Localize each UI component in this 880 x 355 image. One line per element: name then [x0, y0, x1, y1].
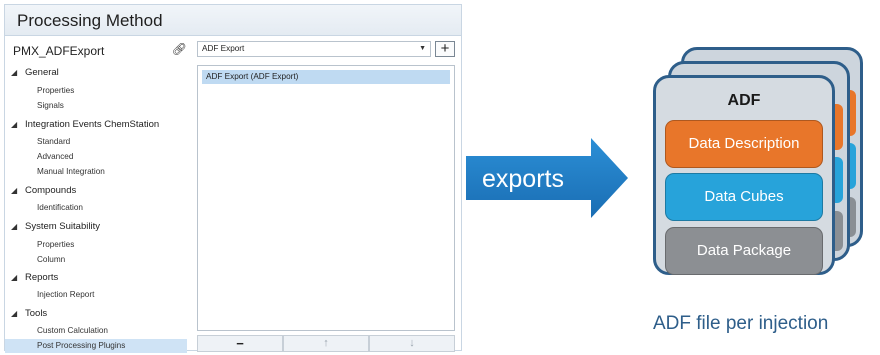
- processing-method-window: Processing Method PMX_ADFExport 🔗︎ ◢ Gene…: [4, 4, 462, 353]
- tree-item-identification[interactable]: Identification: [37, 201, 83, 215]
- collapse-triangle-icon[interactable]: ◢: [11, 184, 25, 198]
- plugin-list-item[interactable]: ADF Export (ADF Export): [202, 70, 450, 84]
- method-tree: PMX_ADFExport 🔗︎ ◢ General Properties Sig…: [5, 36, 195, 353]
- tree-item-column[interactable]: Column: [37, 253, 65, 267]
- adf-header: ADF: [727, 92, 761, 109]
- plugin-dropdown-value: ADF Export: [202, 44, 245, 53]
- window-title: Processing Method: [17, 11, 163, 30]
- window-titlebar: Processing Method: [5, 5, 461, 36]
- move-up-button[interactable]: ↑: [283, 335, 369, 352]
- link-icon[interactable]: 🔗︎: [172, 42, 187, 56]
- plugin-list[interactable]: ADF Export (ADF Export): [197, 65, 455, 331]
- method-name: PMX_ADFExport: [13, 44, 105, 58]
- tree-group-compounds[interactable]: ◢ Compounds: [11, 184, 76, 198]
- tree-item-injection-report[interactable]: Injection Report: [37, 288, 94, 302]
- data-cubes-block: Data Cubes: [665, 173, 823, 221]
- exports-label: exports: [482, 165, 564, 193]
- data-package-block: Data Package: [665, 227, 823, 275]
- method-name-row[interactable]: PMX_ADFExport 🔗︎: [13, 42, 189, 60]
- adf-file-card-front: ADF Data Description Data Cubes Data Pac…: [653, 75, 835, 275]
- chevron-down-icon[interactable]: ▼: [419, 42, 426, 56]
- tree-item-custom-calculation[interactable]: Custom Calculation: [37, 324, 108, 338]
- tree-item-general-properties[interactable]: Properties: [37, 84, 74, 98]
- plugin-button-bar: − ↑ ↓: [197, 335, 455, 352]
- collapse-triangle-icon[interactable]: ◢: [11, 271, 25, 285]
- tree-item-standard[interactable]: Standard: [37, 135, 70, 149]
- collapse-triangle-icon[interactable]: ◢: [11, 118, 25, 132]
- tree-group-system-suitability[interactable]: ◢ System Suitability: [11, 220, 100, 234]
- tree-item-advanced[interactable]: Advanced: [37, 150, 73, 164]
- data-description-block: Data Description: [665, 120, 823, 168]
- move-down-button[interactable]: ↓: [369, 335, 455, 352]
- remove-plugin-button[interactable]: −: [197, 335, 283, 352]
- diagram-caption: ADF file per injection: [653, 313, 829, 334]
- collapse-triangle-icon[interactable]: ◢: [11, 220, 25, 234]
- tree-item-post-processing-plugins[interactable]: Post Processing Plugins: [5, 339, 187, 353]
- tree-group-tools[interactable]: ◢ Tools: [11, 307, 47, 321]
- plugin-panel: ADF Export ▼ + ADF Export (ADF Export) −…: [197, 41, 459, 352]
- add-plugin-button[interactable]: +: [435, 41, 455, 57]
- collapse-triangle-icon[interactable]: ◢: [11, 307, 25, 321]
- plugin-dropdown[interactable]: ADF Export ▼: [197, 41, 431, 57]
- collapse-triangle-icon[interactable]: ◢: [11, 66, 25, 80]
- tree-group-integration-events[interactable]: ◢ Integration Events ChemStation: [11, 118, 159, 132]
- tree-group-reports[interactable]: ◢ Reports: [11, 271, 58, 285]
- tree-item-suitability-properties[interactable]: Properties: [37, 238, 74, 252]
- tree-item-manual-integration[interactable]: Manual Integration: [37, 165, 105, 179]
- tree-item-general-signals[interactable]: Signals: [37, 99, 64, 113]
- tree-group-general[interactable]: ◢ General: [11, 66, 59, 80]
